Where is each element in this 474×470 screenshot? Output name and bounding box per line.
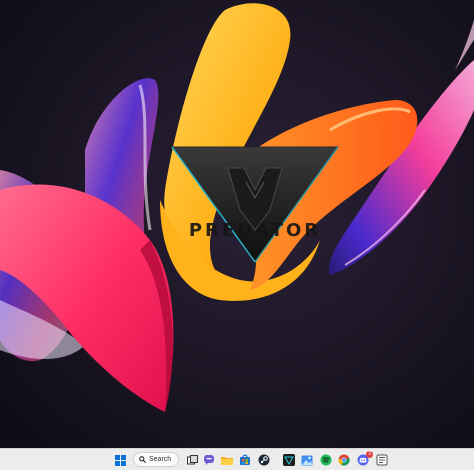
file-explorer-icon	[221, 456, 233, 465]
start-button[interactable]	[112, 452, 128, 468]
spotify-icon	[320, 454, 332, 466]
discord-notification-badge: 3	[366, 451, 373, 458]
predatorsense-button[interactable]	[281, 452, 297, 468]
search-icon	[139, 456, 146, 463]
teams-chat-icon	[204, 455, 214, 465]
notes-app-icon	[376, 454, 388, 466]
photos-icon	[301, 455, 313, 465]
start-icon	[114, 454, 126, 466]
search-label: Search	[149, 456, 172, 463]
desktop-wallpaper: PREDATOR	[0, 0, 474, 448]
taskbar: Search 3	[0, 448, 474, 470]
steam-button[interactable]	[256, 452, 272, 468]
steam-icon	[258, 454, 270, 466]
task-view-button[interactable]	[184, 452, 200, 468]
taskbar-search-box[interactable]: Search	[133, 452, 179, 467]
predatorsense-icon	[283, 454, 295, 466]
spotify-button[interactable]	[318, 452, 334, 468]
notes-app-button[interactable]	[374, 452, 390, 468]
chrome-icon	[338, 454, 350, 466]
photos-button[interactable]	[299, 452, 315, 468]
predator-logo-text: PREDATOR	[189, 220, 321, 241]
teams-chat-button[interactable]	[201, 452, 217, 468]
microsoft-store-button[interactable]	[237, 452, 253, 468]
file-explorer-button[interactable]	[219, 452, 235, 468]
task-view-icon	[186, 454, 198, 464]
chrome-button[interactable]	[336, 452, 352, 468]
discord-button[interactable]: 3	[355, 451, 373, 468]
microsoft-store-icon	[240, 454, 250, 465]
